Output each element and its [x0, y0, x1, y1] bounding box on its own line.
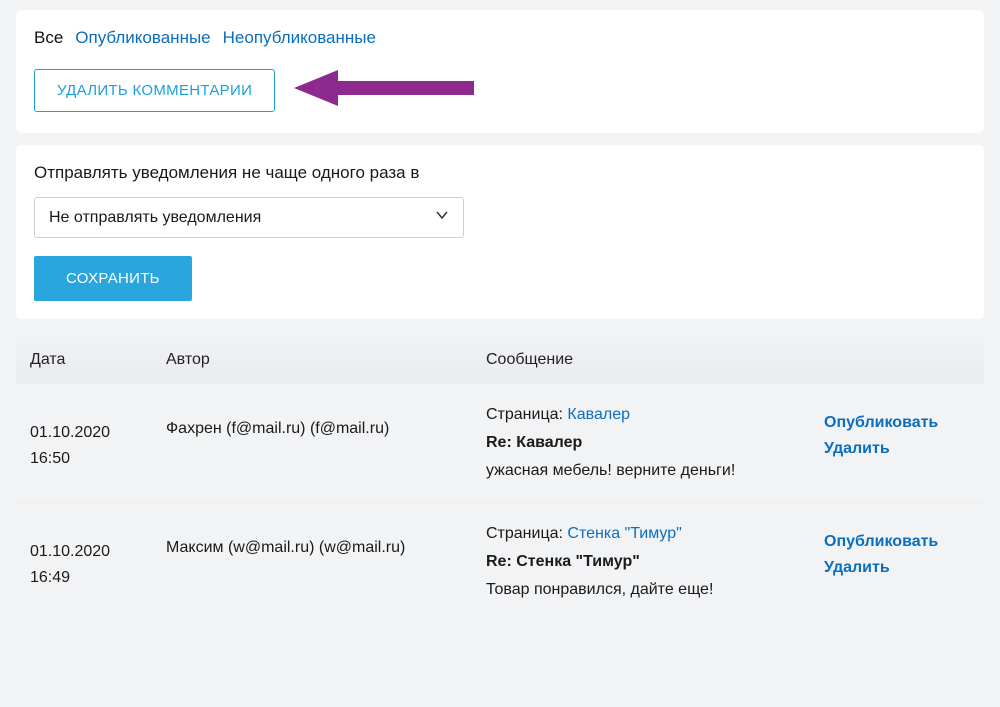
publish-link[interactable]: Опубликовать: [824, 533, 974, 551]
annotation-arrow-icon: [294, 66, 474, 115]
notify-label: Отправлять уведомления не чаще одного ра…: [34, 163, 966, 183]
filter-tabs: Все Опубликованные Неопубликованные: [34, 28, 966, 48]
publish-link[interactable]: Опубликовать: [824, 414, 974, 432]
filter-all[interactable]: Все: [34, 28, 63, 48]
header-author: Автор: [166, 351, 486, 369]
filter-published[interactable]: Опубликованные: [75, 28, 210, 48]
table-header: Дата Автор Сообщение: [16, 337, 984, 383]
comments-table: Дата Автор Сообщение 01.10.2020 16:50 Фа…: [16, 337, 984, 621]
page-link[interactable]: Стенка "Тимур": [567, 525, 681, 542]
page-link[interactable]: Кавалер: [567, 406, 630, 423]
row-actions: Опубликовать Удалить: [824, 406, 974, 466]
delete-link[interactable]: Удалить: [824, 440, 974, 458]
filter-unpublished[interactable]: Неопубликованные: [223, 28, 376, 48]
table-row: 01.10.2020 16:49 Максим (w@mail.ru) (w@m…: [16, 502, 984, 621]
filters-card: Все Опубликованные Неопубликованные УДАЛ…: [16, 10, 984, 133]
chevron-down-icon: [435, 208, 449, 227]
notifications-card: Отправлять уведомления не чаще одного ра…: [16, 145, 984, 319]
notify-frequency-select[interactable]: Не отправлять уведомления: [34, 197, 464, 238]
header-message: Сообщение: [486, 351, 824, 369]
cell-date: 01.10.2020 16:50: [26, 406, 166, 471]
cell-author: Максим (w@mail.ru) (w@mail.ru): [166, 525, 486, 557]
notify-selected-value: Не отправлять уведомления: [49, 209, 261, 227]
header-date: Дата: [26, 351, 166, 369]
cell-date: 01.10.2020 16:49: [26, 525, 166, 590]
delete-comments-button[interactable]: УДАЛИТЬ КОММЕНТАРИИ: [34, 69, 275, 112]
cell-message: Страница: Кавалер Re: Кавалер ужасная ме…: [486, 406, 824, 480]
save-button[interactable]: СОХРАНИТЬ: [34, 256, 192, 301]
table-row: 01.10.2020 16:50 Фахрен (f@mail.ru) (f@m…: [16, 383, 984, 502]
cell-author: Фахрен (f@mail.ru) (f@mail.ru): [166, 406, 486, 438]
cell-message: Страница: Стенка "Тимур" Re: Стенка "Тим…: [486, 525, 824, 599]
row-actions: Опубликовать Удалить: [824, 525, 974, 585]
delete-link[interactable]: Удалить: [824, 559, 974, 577]
